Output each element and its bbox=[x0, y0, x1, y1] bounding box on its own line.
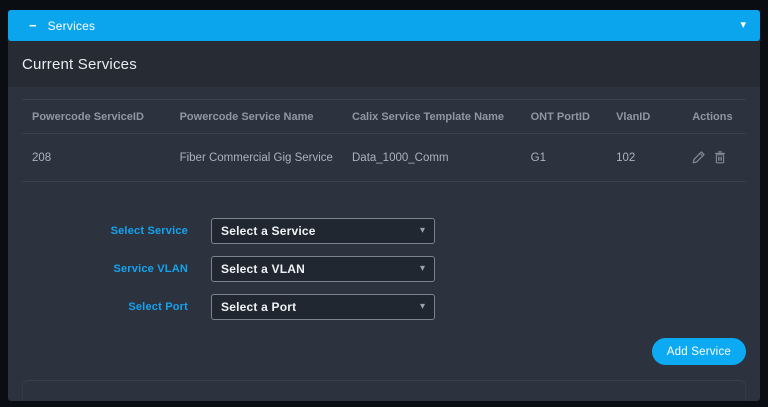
add-service-button[interactable]: Add Service bbox=[651, 338, 746, 365]
service-vlan-label: Service VLAN bbox=[113, 263, 188, 275]
edit-icon[interactable] bbox=[692, 151, 705, 164]
cell-powercode-service-name: Fiber Commercial Gig Service bbox=[179, 151, 333, 164]
services-panel: − Services ▾ Current Services Powercode … bbox=[8, 10, 760, 401]
select-service-dropdown[interactable]: Select a Service ▾ bbox=[211, 218, 435, 244]
chevron-down-icon: ▾ bbox=[419, 225, 425, 236]
column-header-vlanid: VlanID bbox=[606, 99, 683, 134]
card-title: Current Services bbox=[22, 55, 137, 73]
delete-icon[interactable] bbox=[714, 151, 726, 164]
cell-powercode-serviceid: 208 bbox=[32, 151, 52, 164]
column-header-powercode-service-name: Powercode Service Name bbox=[169, 99, 342, 134]
column-header-powercode-serviceid: Powercode ServiceID bbox=[22, 99, 170, 134]
cell-ont-portid: G1 bbox=[530, 151, 546, 164]
chevron-down-icon: ▾ bbox=[419, 301, 425, 312]
cell-vlanid: 102 bbox=[616, 151, 636, 164]
card-body: Powercode ServiceID Powercode Service Na… bbox=[8, 87, 760, 401]
services-accordion-header[interactable]: − Services ▾ bbox=[8, 10, 760, 41]
collapse-minus-icon: − bbox=[29, 18, 37, 33]
form-row-select-port: Select Port Select a Port ▾ bbox=[22, 294, 746, 320]
column-header-calix-template-name: Calix Service Template Name bbox=[342, 99, 521, 134]
table-header-row: Powercode ServiceID Powercode Service Na… bbox=[22, 99, 746, 134]
service-vlan-value: Select a VLAN bbox=[221, 262, 305, 276]
form-row-select-service: Select Service Select a Service ▾ bbox=[22, 218, 746, 244]
cell-actions bbox=[682, 134, 746, 182]
service-vlan-dropdown[interactable]: Select a VLAN ▾ bbox=[211, 256, 435, 282]
accordion-title: Services bbox=[47, 18, 96, 33]
panel-footer-divider bbox=[22, 380, 746, 401]
select-port-dropdown[interactable]: Select a Port ▾ bbox=[211, 294, 435, 320]
table-row: 208 Fiber Commercial Gig Service Data_10… bbox=[22, 134, 746, 182]
submit-button-row: Add Service bbox=[22, 338, 746, 365]
chevron-down-icon: ▾ bbox=[740, 19, 746, 31]
select-service-value: Select a Service bbox=[221, 224, 316, 238]
column-header-ont-portid: ONT PortID bbox=[520, 99, 607, 134]
select-service-label: Select Service bbox=[110, 225, 188, 237]
form-row-service-vlan: Service VLAN Select a VLAN ▾ bbox=[22, 256, 746, 282]
select-port-value: Select a Port bbox=[221, 300, 297, 314]
current-services-table: Powercode ServiceID Powercode Service Na… bbox=[22, 99, 746, 182]
column-header-actions: Actions bbox=[682, 99, 746, 134]
cell-calix-template-name: Data_1000_Comm bbox=[352, 151, 449, 164]
chevron-down-icon: ▾ bbox=[419, 263, 425, 274]
page-background: − Services ▾ Current Services Powercode … bbox=[0, 0, 768, 407]
select-port-label: Select Port bbox=[128, 301, 188, 313]
add-service-form: Select Service Select a Service ▾ Servic… bbox=[22, 218, 746, 365]
card-header: Current Services bbox=[8, 41, 760, 87]
